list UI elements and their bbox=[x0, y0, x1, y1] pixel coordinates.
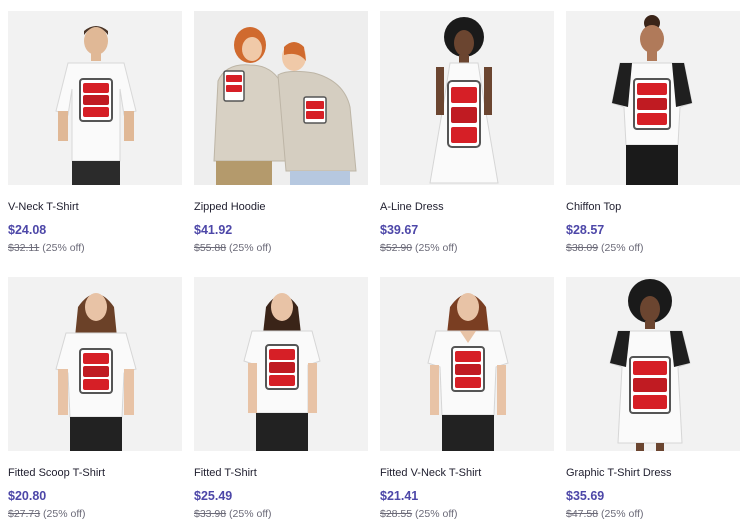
product-title[interactable]: Fitted Scoop T-Shirt bbox=[8, 467, 182, 480]
product-price: $20.80 bbox=[8, 489, 47, 503]
female-model-top-icon bbox=[566, 11, 740, 185]
female-model-tshirt-icon bbox=[8, 277, 182, 451]
product-title[interactable]: Zipped Hoodie bbox=[194, 201, 368, 214]
original-price: $38.09 bbox=[566, 242, 599, 254]
original-price: $27.73 bbox=[8, 508, 41, 520]
product-image[interactable] bbox=[380, 11, 554, 185]
product-title[interactable]: Fitted V-Neck T-Shirt bbox=[380, 467, 554, 480]
discount-label: (25% off) bbox=[229, 508, 272, 520]
female-model-tshirt-icon bbox=[194, 277, 368, 451]
product-card-chiffon-top[interactable]: Chiffon Top $28.57 $38.09 (25% off) bbox=[566, 11, 740, 254]
male-model-tshirt-icon bbox=[8, 11, 182, 185]
product-original-price: $38.09 (25% off) bbox=[566, 242, 740, 254]
female-model-dress-icon bbox=[566, 277, 740, 451]
couple-models-hoodie-icon bbox=[194, 11, 368, 185]
product-price: $21.41 bbox=[380, 489, 419, 503]
product-price: $25.49 bbox=[194, 489, 233, 503]
discount-label: (25% off) bbox=[43, 508, 86, 520]
product-original-price: $27.73 (25% off) bbox=[8, 508, 182, 520]
product-original-price: $52.90 (25% off) bbox=[380, 242, 554, 254]
product-image[interactable] bbox=[194, 11, 368, 185]
discount-label: (25% off) bbox=[601, 242, 644, 254]
original-price: $33.98 bbox=[194, 508, 227, 520]
product-title[interactable]: Graphic T-Shirt Dress bbox=[566, 467, 740, 480]
discount-label: (25% off) bbox=[229, 242, 272, 254]
discount-label: (25% off) bbox=[601, 508, 644, 520]
product-image[interactable] bbox=[194, 277, 368, 451]
product-image[interactable] bbox=[566, 277, 740, 451]
product-card-zipped-hoodie[interactable]: Zipped Hoodie $41.92 $55.88 (25% off) bbox=[194, 11, 368, 254]
product-image[interactable] bbox=[380, 277, 554, 451]
product-card-fitted-scoop-tshirt[interactable]: Fitted Scoop T-Shirt $20.80 $27.73 (25% … bbox=[8, 277, 182, 520]
product-card-v-neck-tshirt[interactable]: V-Neck T-Shirt $24.08 $32.11 (25% off) bbox=[8, 11, 182, 254]
product-title[interactable]: Fitted T-Shirt bbox=[194, 467, 368, 480]
product-original-price: $55.88 (25% off) bbox=[194, 242, 368, 254]
original-price: $28.55 bbox=[380, 508, 413, 520]
product-price: $41.92 bbox=[194, 223, 233, 237]
product-original-price: $28.55 (25% off) bbox=[380, 508, 554, 520]
product-card-a-line-dress[interactable]: A-Line Dress $39.67 $52.90 (25% off) bbox=[380, 11, 554, 254]
product-card-fitted-v-neck-tshirt[interactable]: Fitted V-Neck T-Shirt $21.41 $28.55 (25%… bbox=[380, 277, 554, 520]
product-original-price: $47.58 (25% off) bbox=[566, 508, 740, 520]
original-price: $47.58 bbox=[566, 508, 599, 520]
product-original-price: $32.11 (25% off) bbox=[8, 242, 182, 254]
product-title[interactable]: V-Neck T-Shirt bbox=[8, 201, 182, 214]
discount-label: (25% off) bbox=[415, 242, 458, 254]
product-grid: V-Neck T-Shirt $24.08 $32.11 (25% off) Z… bbox=[0, 0, 750, 530]
product-image[interactable] bbox=[8, 277, 182, 451]
product-card-graphic-tshirt-dress[interactable]: Graphic T-Shirt Dress $35.69 $47.58 (25%… bbox=[566, 277, 740, 520]
original-price: $32.11 bbox=[8, 242, 40, 254]
product-price: $28.57 bbox=[566, 223, 605, 237]
female-model-tshirt-icon bbox=[380, 277, 554, 451]
discount-label: (25% off) bbox=[415, 508, 458, 520]
product-title[interactable]: A-Line Dress bbox=[380, 201, 554, 214]
female-model-dress-icon bbox=[380, 11, 554, 185]
original-price: $52.90 bbox=[380, 242, 413, 254]
product-title[interactable]: Chiffon Top bbox=[566, 201, 740, 214]
product-image[interactable] bbox=[566, 11, 740, 185]
product-card-fitted-tshirt[interactable]: Fitted T-Shirt $25.49 $33.98 (25% off) bbox=[194, 277, 368, 520]
product-price: $39.67 bbox=[380, 223, 419, 237]
product-price: $35.69 bbox=[566, 489, 605, 503]
product-price: $24.08 bbox=[8, 223, 47, 237]
product-original-price: $33.98 (25% off) bbox=[194, 508, 368, 520]
discount-label: (25% off) bbox=[42, 242, 85, 254]
product-image[interactable] bbox=[8, 11, 182, 185]
original-price: $55.88 bbox=[194, 242, 227, 254]
